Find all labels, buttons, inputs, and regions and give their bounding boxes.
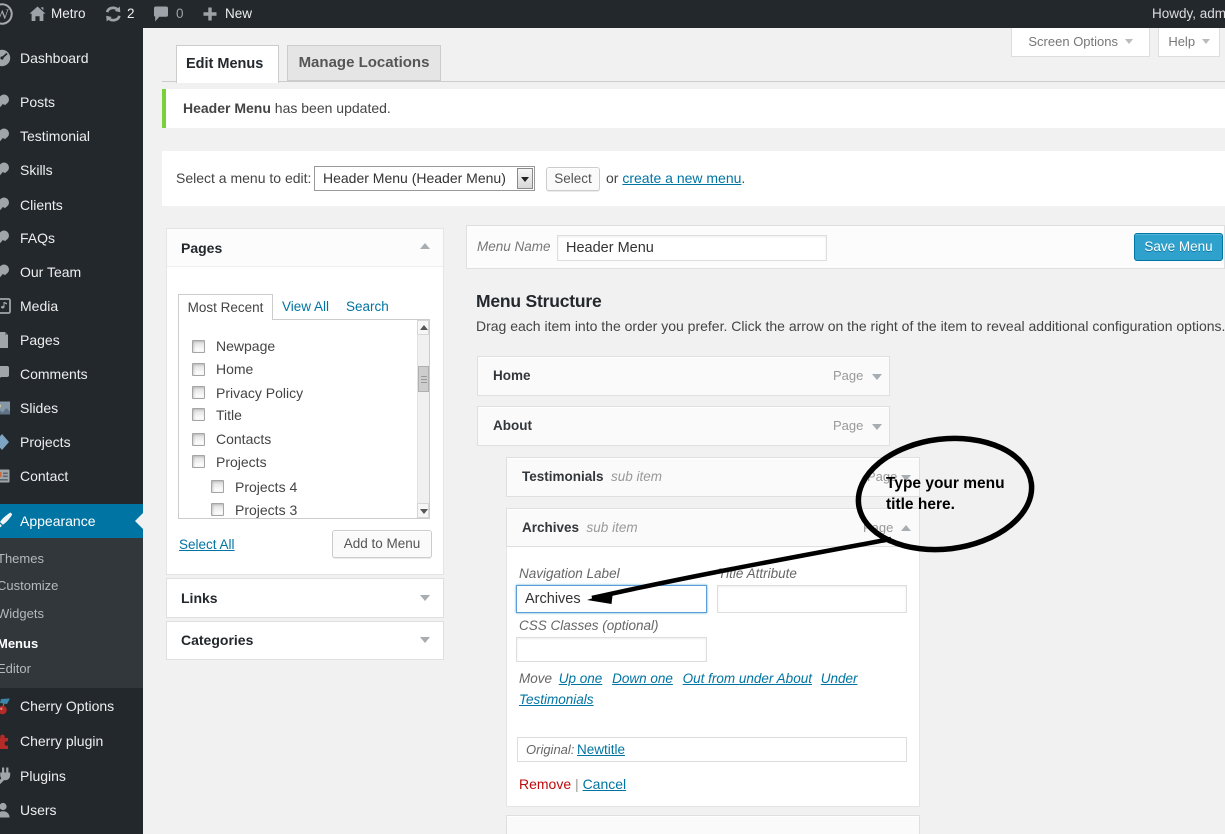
svg-text:Type your menu: Type your menu — [886, 475, 1005, 492]
svg-text:title here.: title here. — [886, 496, 955, 513]
